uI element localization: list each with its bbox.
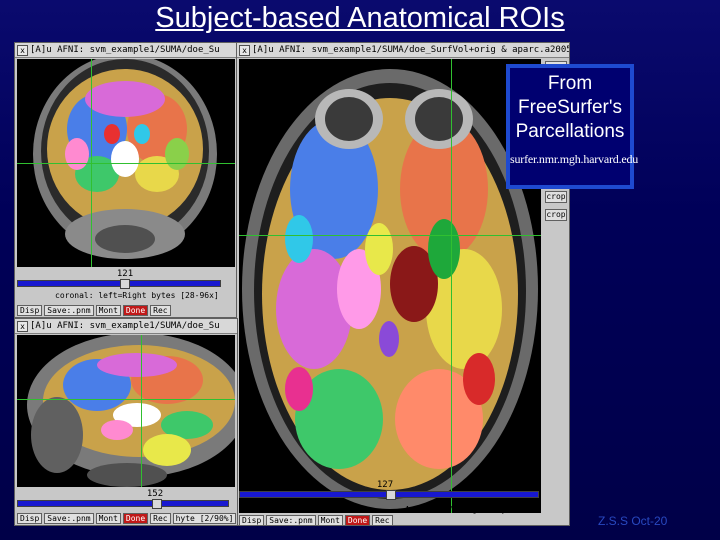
mont-button[interactable]: Mont [317,515,343,526]
coronal-viewer-window[interactable]: x [A]u AFNI: svm_example1/SUMA/doe_Su 121… [14,42,238,318]
axial-slice-number: 127 [376,480,394,490]
axial-window-title: [A]u AFNI: svm_example1/SUMA/doe_SurfVol… [252,45,569,55]
done-button[interactable]: Done [122,305,149,316]
axial-button-row: Disp Save:.pnm Mont Done Rec [239,515,393,526]
coronal-window-titlebar[interactable]: x [A]u AFNI: svm_example1/SUMA/doe_Su [15,43,237,58]
callout-line-parcellations: Parcellations [515,121,625,142]
close-icon[interactable]: x [17,320,28,332]
coronal-slice-number: 121 [116,269,134,279]
callout-url: surfer.nmr.mgh.harvard.edu [510,152,639,166]
sagittal-button-row: Disp Save:.pnm Mont Done Rec hyte [2/90%… [17,513,237,524]
save-button[interactable]: Save:.pnm [44,305,94,316]
axial-crosshair-vertical [451,59,452,513]
sagittal-slice-slider[interactable] [17,499,229,509]
done-button[interactable]: Done [344,515,371,526]
mont-button[interactable]: Mont [95,305,121,316]
axial-window-titlebar[interactable]: x [A]u AFNI: svm_example1/SUMA/doe_SurfVo… [237,43,569,58]
coronal-button-row: Disp Save:.pnm Mont Done Rec [17,305,171,316]
callout-line-freesurfer: FreeSurfer's [518,97,622,118]
sagittal-brain-image[interactable] [17,335,235,487]
close-icon[interactable]: x [17,44,28,56]
callout-line-from: From [547,73,593,94]
sagittal-slider-thumb[interactable] [152,499,162,509]
axial-brain-graphic [239,59,541,513]
sagittal-window-titlebar[interactable]: x [A]u AFNI: svm_example1/SUMA/doe_Su [15,319,237,334]
axial-slider-thumb[interactable] [386,490,396,500]
sagittal-slice-number: 152 [146,489,164,499]
disp-button[interactable]: Disp [17,513,43,524]
axial-readout: Axial: left=Right: sys [405,505,511,514]
done-button[interactable]: Done [122,513,149,524]
axial-brain-image[interactable] [239,59,541,513]
axial-crop-button-2[interactable]: crop [545,209,567,221]
disp-button[interactable]: Disp [17,305,43,316]
axial-crop-button-1[interactable]: crop [545,191,567,203]
freesurfer-callout: From FreeSurfer's Parcellations surfer.n… [506,64,639,189]
coronal-crosshair-vertical [91,59,92,267]
coronal-readout: coronal: left=Right bytes [28-96x] [55,291,219,300]
disp-button[interactable]: Disp [239,515,265,526]
sagittal-readout: hyte [2/90%] [172,513,237,524]
rec-button[interactable]: Rec [150,513,171,524]
rec-button[interactable]: Rec [150,305,171,316]
sagittal-crosshair-vertical [141,335,142,487]
sagittal-brain-graphic [17,335,235,487]
axial-crosshair-horizontal [239,235,541,236]
axial-slice-slider[interactable] [239,490,539,500]
slide-title: Subject-based Anatomical ROIs [155,2,565,34]
coronal-brain-image[interactable] [17,59,235,267]
rec-button[interactable]: Rec [372,515,393,526]
mont-button[interactable]: Mont [95,513,121,524]
coronal-slice-slider[interactable] [17,279,221,289]
close-icon[interactable]: x [239,44,250,56]
sagittal-crosshair-horizontal [17,399,235,400]
coronal-crosshair-horizontal [17,163,235,164]
save-button[interactable]: Save:.pnm [44,513,94,524]
sagittal-window-title: [A]u AFNI: svm_example1/SUMA/doe_Su [30,321,220,331]
save-button[interactable]: Save:.pnm [266,515,316,526]
sagittal-viewer-window[interactable]: x [A]u AFNI: svm_example1/SUMA/doe_Su 152… [14,318,238,526]
slide-footer: Z.S.S Oct-20 [598,514,668,528]
coronal-slider-thumb[interactable] [120,279,130,289]
coronal-window-title: [A]u AFNI: svm_example1/SUMA/doe_Su [30,45,220,55]
